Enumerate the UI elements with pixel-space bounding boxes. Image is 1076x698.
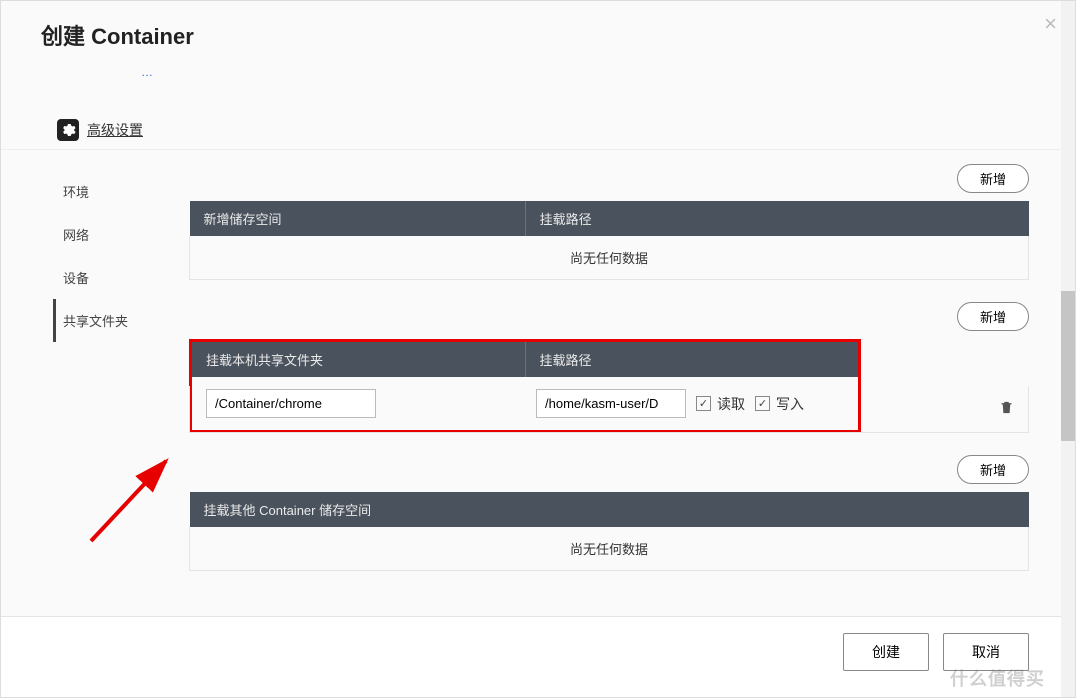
mount-path-input[interactable]	[536, 389, 686, 418]
write-checkbox[interactable]: ✓写入	[755, 394, 804, 414]
shared-folder-block: 新增 挂载本机共享文件夹 挂载路径 ✓读取 ✓写入	[189, 302, 1029, 433]
annotation-arrow-icon	[71, 441, 191, 561]
tab-network[interactable]: 网络	[53, 213, 171, 256]
create-button[interactable]: 创建	[843, 633, 929, 671]
other-header-1: 挂载其他 Container 储存空间	[190, 492, 1029, 527]
add-share-button[interactable]: 新增	[957, 302, 1029, 331]
watermark: 什么值得买	[950, 665, 1045, 691]
gear-icon	[57, 119, 79, 141]
read-checkbox[interactable]: ✓读取	[696, 394, 745, 414]
storage-header-1: 新增储存空间	[190, 201, 526, 236]
add-other-button[interactable]: 新增	[957, 455, 1029, 484]
create-container-modal: × 创建 Container … 高级设置 环境 网络 设备 共享文件夹 新增 …	[0, 0, 1076, 698]
other-container-block: 新增 挂载其他 Container 储存空间 尚无任何数据	[189, 455, 1029, 571]
tab-shared-folders[interactable]: 共享文件夹	[53, 299, 171, 342]
modal-title: 创建 Container	[41, 19, 1047, 51]
advanced-settings-title[interactable]: 高级设置	[87, 120, 143, 140]
storage-empty: 尚无任何数据	[190, 236, 1029, 280]
share-header-1: 挂载本机共享文件夹	[192, 342, 525, 377]
tab-device[interactable]: 设备	[53, 256, 171, 299]
other-empty: 尚无任何数据	[190, 527, 1029, 571]
add-storage-button[interactable]: 新增	[957, 164, 1029, 193]
share-header-2: 挂载路径	[525, 342, 858, 377]
local-path-input[interactable]	[206, 389, 376, 418]
info-link[interactable]: …	[101, 65, 1075, 79]
trash-icon[interactable]	[999, 400, 1014, 418]
scroll-thumb[interactable]	[1061, 291, 1075, 441]
content-area: 新增 新增储存空间 挂载路径 尚无任何数据 新增 挂载本机共享文件夹 挂载路径	[171, 150, 1075, 593]
modal-footer: 创建 取消	[1, 616, 1075, 697]
close-icon[interactable]: ×	[1044, 11, 1057, 37]
storage-header-2: 挂载路径	[525, 201, 1028, 236]
tab-environment[interactable]: 环境	[53, 170, 171, 213]
storage-block: 新增 新增储存空间 挂载路径 尚无任何数据	[189, 164, 1029, 280]
scrollbar[interactable]	[1061, 1, 1075, 697]
